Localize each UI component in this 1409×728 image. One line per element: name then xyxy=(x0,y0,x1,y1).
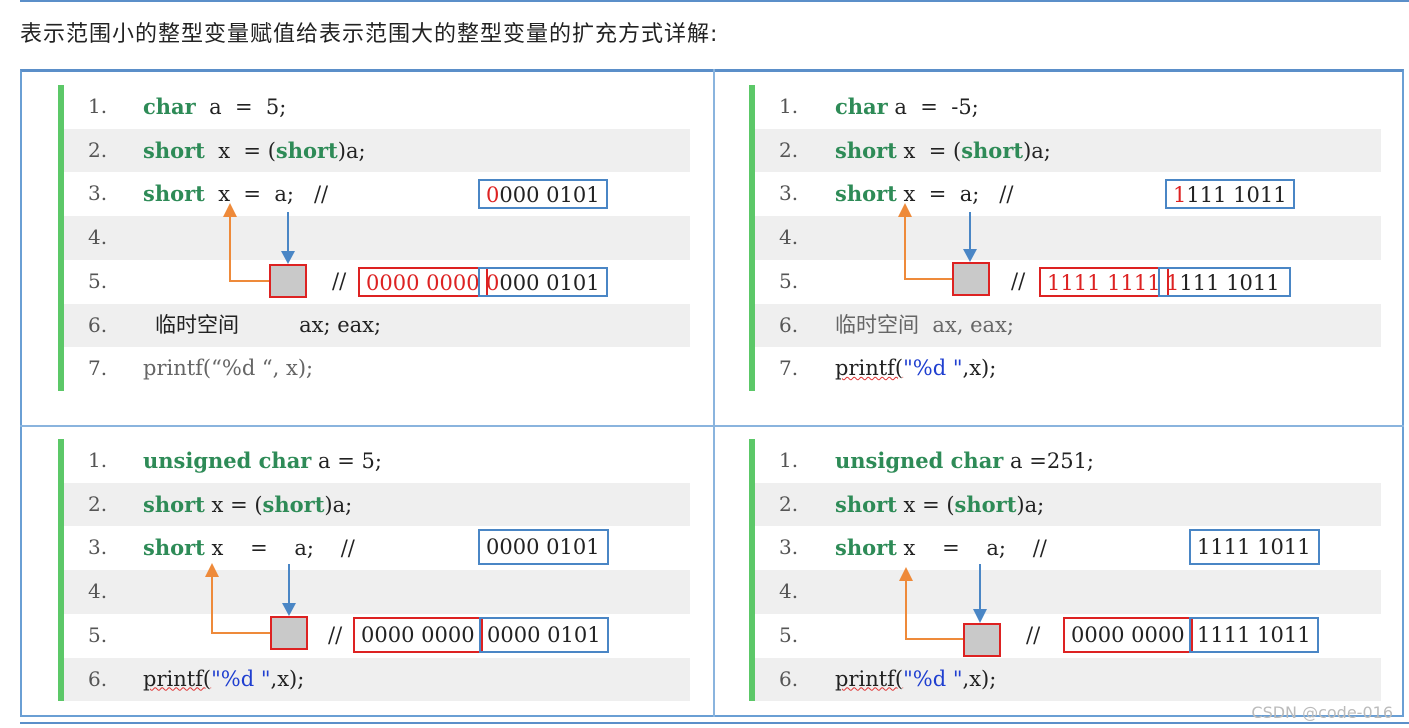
flow-arrows xyxy=(223,203,295,282)
flow-arrows xyxy=(205,563,296,634)
orange-arrowhead xyxy=(898,203,912,217)
flow-arrows xyxy=(898,203,977,280)
panel-unsigned-char-5: 1. unsigned char a = 5; 2. short x = (sh… xyxy=(58,439,698,702)
blue-arrowhead xyxy=(963,249,977,262)
orange-arrow xyxy=(904,213,952,280)
orange-arrowhead xyxy=(205,563,219,577)
orange-arrow xyxy=(229,213,269,282)
blue-arrowhead xyxy=(973,609,987,623)
page-heading: 表示范围小的整型变量赋值给表示范围大的整型变量的扩充方式详解: xyxy=(20,22,719,47)
column-divider xyxy=(713,69,715,717)
panel-signed-char-positive: 1. char a = 5; 2. short x = (short)a; 3.… xyxy=(58,85,698,391)
watermark: CSDN @code-016 xyxy=(1251,703,1393,722)
panel-unsigned-char-251: 1. unsigned char a =251; 2. short x = (s… xyxy=(749,439,1389,702)
orange-arrowhead xyxy=(899,567,913,581)
blue-arrowhead xyxy=(281,251,295,264)
orange-arrow xyxy=(905,577,963,640)
orange-arrowhead xyxy=(223,203,237,217)
bottom-rule xyxy=(20,722,1409,724)
flow-arrows xyxy=(899,564,987,640)
orange-arrow xyxy=(211,573,270,634)
row-divider xyxy=(20,425,1404,427)
blue-arrowhead xyxy=(282,603,296,616)
top-rule xyxy=(20,0,1409,2)
panel-signed-char-negative: 1. char a = -5; 2. short x = (short)a; 3… xyxy=(749,85,1389,391)
